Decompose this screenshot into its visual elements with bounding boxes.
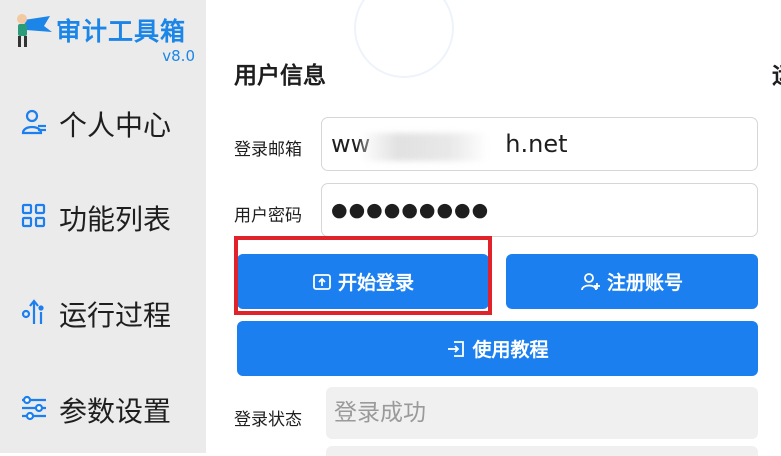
superhero-logo-icon: [17, 14, 52, 47]
nav-label-run-process: 运行过程: [59, 299, 172, 332]
next-field-edge: [326, 446, 758, 456]
nav-label-function-list: 功能列表: [59, 203, 172, 236]
status-field: 登录成功: [326, 387, 758, 439]
nav-item-function-list[interactable]: 功能列表: [0, 186, 206, 246]
tutorial-button-label: 使用教程: [472, 339, 549, 361]
sidebar: 审计工具箱 v8.0 个人中心 功能列表 运行过程 参数设置: [0, 0, 206, 453]
decorative-circle: [354, 0, 454, 78]
tutorial-button[interactable]: 使用教程: [237, 321, 758, 376]
password-field[interactable]: ●●●●●●●●●: [321, 183, 758, 237]
status-label: 登录状态: [234, 410, 302, 430]
app-title: 审计工具箱: [56, 17, 187, 46]
enter-icon: [448, 340, 465, 357]
grid-icon: [21, 203, 46, 228]
nav-label-settings: 参数设置: [59, 395, 172, 428]
section-title: 用户信息: [234, 63, 326, 89]
register-button[interactable]: 注册账号: [506, 254, 758, 309]
nav-item-run-process[interactable]: 运行过程: [0, 282, 206, 342]
redaction-blur: [360, 133, 488, 161]
app-version: v8.0: [162, 47, 195, 65]
user-icon: [21, 109, 46, 135]
password-label: 用户密码: [234, 206, 302, 226]
nav-item-settings[interactable]: 参数设置: [0, 378, 206, 438]
email-label: 登录邮箱: [234, 140, 302, 160]
password-value: ●●●●●●●●●: [331, 199, 490, 221]
process-icon: [21, 299, 44, 324]
add-user-icon: [581, 272, 600, 290]
sliders-icon: [22, 395, 46, 421]
register-button-label: 注册账号: [606, 272, 683, 294]
email-value-end: h.net: [505, 130, 568, 158]
nav-label-profile: 个人中心: [59, 109, 172, 142]
nav-item-profile[interactable]: 个人中心: [0, 92, 206, 152]
highlight-annotation: [234, 236, 492, 315]
next-section-title: 运: [772, 56, 781, 90]
app-logo: 审计工具箱 v8.0: [6, 6, 201, 66]
main-panel: 用户信息 运 登录邮箱 wwh.net 用户密码 ●●●●●●●●● 开始登录 …: [206, 0, 781, 456]
